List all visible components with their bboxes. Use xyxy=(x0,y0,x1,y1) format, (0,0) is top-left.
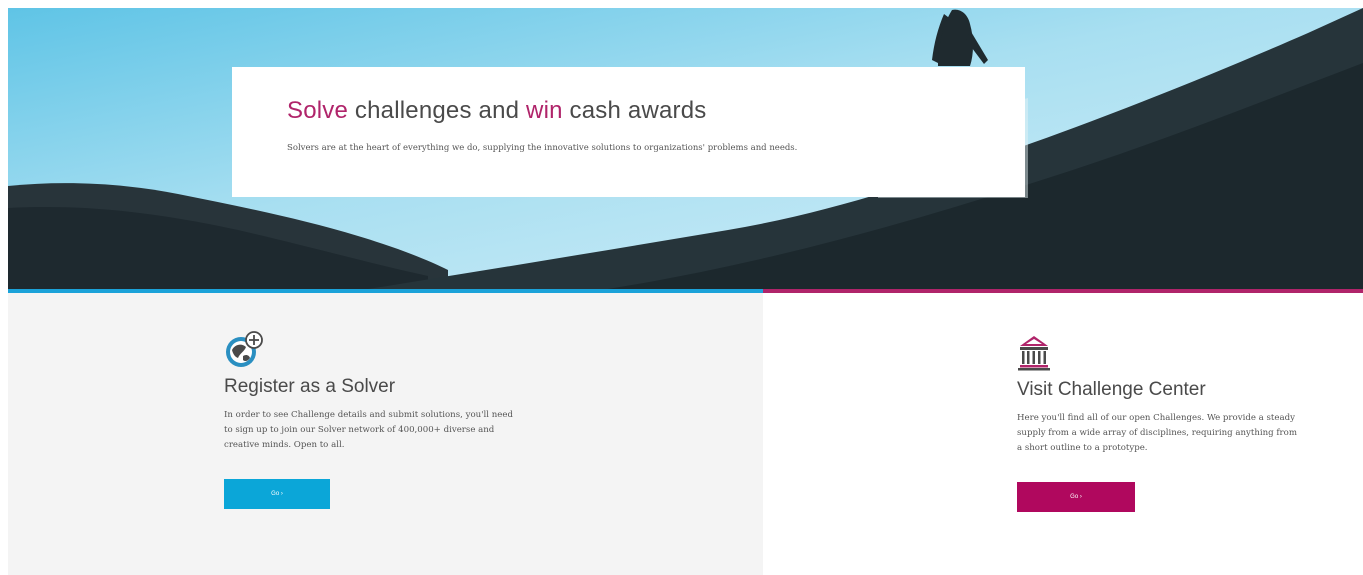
hero-banner: Solve challenges and win cash awards Sol… xyxy=(8,8,1363,289)
challenge-center-panel: Visit Challenge Center Here you'll find … xyxy=(763,293,1363,575)
challenge-center-description: Here you'll find all of our open Challen… xyxy=(1017,413,1297,453)
register-title: Register as a Solver xyxy=(224,376,396,397)
hero-title-middle: challenges and xyxy=(348,97,527,124)
register-block: Register as a Solver In order to see Cha… xyxy=(224,330,514,509)
register-go-button[interactable]: Go › xyxy=(224,479,330,509)
globe-plus-icon xyxy=(224,330,264,370)
page: Solve challenges and win cash awards Sol… xyxy=(8,8,1363,575)
hero-title: Solve challenges and win cash awards xyxy=(287,97,1025,125)
hero-title-win: win xyxy=(526,97,563,124)
register-description: In order to see Challenge details and su… xyxy=(224,410,513,450)
register-panel: Register as a Solver In order to see Cha… xyxy=(8,293,763,575)
challenge-center-title: Visit Challenge Center xyxy=(1017,379,1206,400)
hero-subtitle: Solvers are at the heart of everything w… xyxy=(287,143,798,153)
hero-title-solve: Solve xyxy=(287,97,349,124)
hero-title-end: cash awards xyxy=(562,97,707,124)
hero-card: Solve challenges and win cash awards Sol… xyxy=(232,67,1025,197)
challenge-center-block: Visit Challenge Center Here you'll find … xyxy=(1017,333,1297,512)
bank-building-icon xyxy=(1017,333,1057,373)
challenge-center-go-button[interactable]: Go › xyxy=(1017,482,1135,512)
